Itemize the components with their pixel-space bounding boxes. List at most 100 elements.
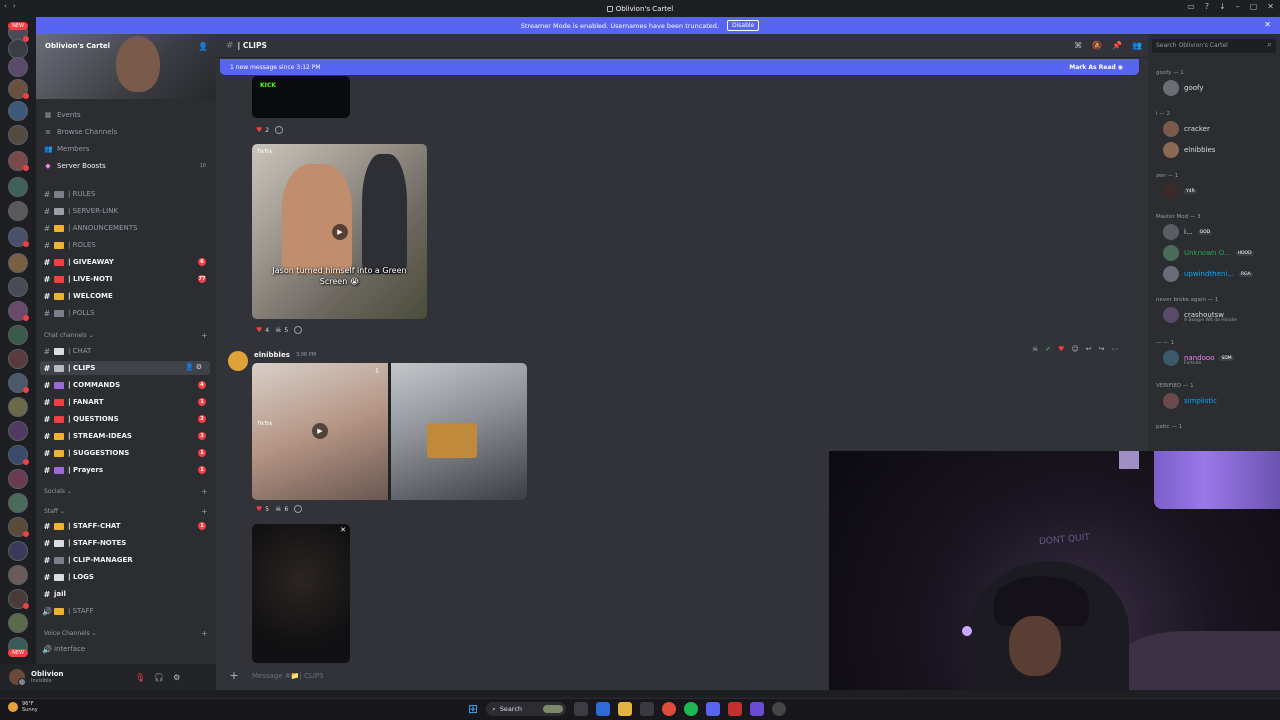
channel-announcements[interactable]: # | ANNOUNCEMENTS <box>40 221 210 235</box>
task-view-icon[interactable] <box>574 702 589 716</box>
member-item[interactable]: crashoutsw A Boogie Wit da Hoodie <box>1163 307 1237 323</box>
category-chat-channels[interactable]: Chat channels ⌄ + <box>44 332 208 342</box>
avatar[interactable] <box>9 669 26 686</box>
channel-welcome[interactable]: # | WELCOME <box>40 289 210 303</box>
member-item[interactable]: simplistic <box>1163 393 1217 409</box>
server-icon[interactable] <box>8 227 29 247</box>
member-list-icon[interactable]: 👥 <box>1132 41 1142 50</box>
inbox-icon[interactable]: ▭ <box>1187 2 1195 11</box>
member-item[interactable]: upwindtheni... RGA <box>1163 266 1253 282</box>
notification-icon[interactable]: 🔕 <box>1092 41 1102 50</box>
mark-as-read-button[interactable]: Mark As Read <box>1069 64 1123 71</box>
server-icon[interactable] <box>8 39 28 59</box>
channel-staff-notes[interactable]: # | STAFF-NOTES <box>40 536 210 550</box>
server-icon[interactable] <box>8 125 28 145</box>
add-channel-icon[interactable]: + <box>201 332 208 340</box>
server-icon[interactable] <box>8 541 28 561</box>
heart-reaction-icon[interactable]: ♥ <box>1058 345 1064 353</box>
member-item[interactable]: Y4R <box>1163 183 1197 199</box>
server-icon[interactable] <box>8 79 29 99</box>
sidebar-item-members[interactable]: 👥 Members <box>44 143 89 155</box>
member-item[interactable]: cracker <box>1163 121 1210 137</box>
add-reaction-icon[interactable] <box>294 326 303 334</box>
author-avatar[interactable] <box>228 351 248 371</box>
member-item[interactable]: Unknown O... HOOD <box>1163 245 1254 261</box>
channel-staff[interactable]: 🔊 | STAFF <box>40 604 210 618</box>
server-icon[interactable] <box>8 301 29 321</box>
close-button[interactable]: ✕ <box>1267 2 1274 11</box>
channel-fanart[interactable]: # | FANART 1 <box>40 395 210 409</box>
message-composer[interactable]: + Message #📁| CLIPS <box>228 666 828 686</box>
reaction-skull[interactable]: ☠ 6 <box>275 505 288 513</box>
new-message-bar[interactable]: 1 new message since 3:12 PM Mark As Read <box>220 59 1139 75</box>
add-attachment-icon[interactable]: + <box>228 670 240 682</box>
channel-prayers[interactable]: # | Prayers 1 <box>40 463 210 477</box>
server-icon[interactable] <box>8 373 29 393</box>
obs-icon[interactable] <box>728 702 743 716</box>
server-icon[interactable] <box>8 421 28 441</box>
sidebar-item-server-boosts[interactable]: ◆ Server Boosts <box>44 160 105 172</box>
download-icon[interactable]: ⇩ <box>374 367 380 375</box>
add-channel-icon[interactable]: + <box>201 508 208 516</box>
add-reaction-icon[interactable] <box>275 126 284 134</box>
server-icon[interactable] <box>8 589 29 609</box>
channel-live-noti[interactable]: # | LIVE-NOTI 77 <box>40 272 210 286</box>
channel-clips[interactable]: # | CLIPS 👤⚙ <box>40 361 210 375</box>
discord-icon[interactable] <box>706 702 721 716</box>
server-icon[interactable] <box>8 101 28 121</box>
channel-settings-icons[interactable]: 👤⚙ <box>185 363 204 371</box>
invite-icon[interactable]: 👤 <box>198 42 208 51</box>
channel-rules[interactable]: # | RULES <box>40 187 210 201</box>
minimize-button[interactable]: – <box>1236 2 1240 11</box>
store-icon[interactable] <box>640 702 655 716</box>
spotify-icon[interactable] <box>684 702 699 716</box>
author-name[interactable]: elnibbles <box>254 351 290 359</box>
clip-thumbnail-top[interactable]: KICK <box>252 76 350 118</box>
add-reaction-icon[interactable]: ☺ <box>1071 345 1078 353</box>
windows-start-icon[interactable]: ⊞ <box>468 702 478 716</box>
channel-server-link[interactable]: # | SERVER-LINK <box>40 204 210 218</box>
server-icon[interactable] <box>8 565 28 585</box>
play-icon[interactable]: ▶ <box>332 224 348 240</box>
server-icon[interactable] <box>8 349 28 369</box>
category-voice-channels[interactable]: Voice Channels ⌄ + <box>44 630 208 640</box>
server-icon[interactable] <box>8 253 28 273</box>
close-icon[interactable]: ✕ <box>1264 20 1271 29</box>
member-item[interactable]: nandooo SDM Fortnite <box>1163 350 1234 366</box>
forward-icon[interactable]: ↪ <box>1099 345 1105 353</box>
server-icon[interactable] <box>8 325 28 345</box>
add-channel-icon[interactable]: + <box>201 630 208 638</box>
disable-streamer-button[interactable]: Disable <box>726 20 760 31</box>
weather-widget[interactable]: 96°F Sunny <box>8 701 38 713</box>
server-icon[interactable] <box>8 613 28 633</box>
server-icon[interactable] <box>8 397 28 417</box>
reaction-heart[interactable]: ♥ 4 <box>256 326 269 334</box>
server-icon[interactable] <box>8 151 29 171</box>
pin-icon[interactable]: 📌 <box>1112 41 1122 50</box>
member-item[interactable]: elnibbles <box>1163 142 1215 158</box>
server-icon[interactable] <box>8 277 28 297</box>
sidebar-item-browse-channels[interactable]: ≡ Browse Channels <box>44 126 117 138</box>
clip-video-2[interactable]: TikTok ▶ ⇩ <box>252 363 527 500</box>
back-arrow-icon[interactable]: ‹ <box>4 2 7 10</box>
settings-app-icon[interactable] <box>772 702 787 716</box>
add-reaction-icon[interactable] <box>294 505 303 513</box>
server-icon[interactable] <box>8 469 28 489</box>
server-icon[interactable] <box>8 177 28 197</box>
member-item[interactable]: i... GOD <box>1163 224 1213 240</box>
channel-questions[interactable]: # | QUESTIONS 2 <box>40 412 210 426</box>
skull-reaction-icon[interactable]: ☠ <box>1032 345 1038 353</box>
clip-video-1[interactable]: TikTok ▶ Jason turned himself into a Gre… <box>252 144 427 319</box>
search-input[interactable]: Search Oblivion's Cartel <box>1152 39 1276 53</box>
channel-giveaway[interactable]: # | GIVEAWAY 6 <box>40 255 210 269</box>
chrome-icon[interactable] <box>662 702 677 716</box>
gear-icon[interactable]: ⚙ <box>173 673 180 682</box>
server-icon[interactable] <box>8 57 28 77</box>
channel-clip-manager[interactable]: # | CLIP-MANAGER <box>40 553 210 567</box>
sidebar-item-events[interactable]: ▦ Events <box>44 109 81 121</box>
add-channel-icon[interactable]: + <box>201 488 208 496</box>
clip-video-3[interactable]: ✕ <box>252 524 350 663</box>
mute-mic-icon[interactable]: 🎙 <box>135 673 145 682</box>
channel-staff-chat[interactable]: # | STAFF-CHAT 1 <box>40 519 210 533</box>
message-input[interactable]: Message #📁| CLIPS <box>252 672 324 680</box>
